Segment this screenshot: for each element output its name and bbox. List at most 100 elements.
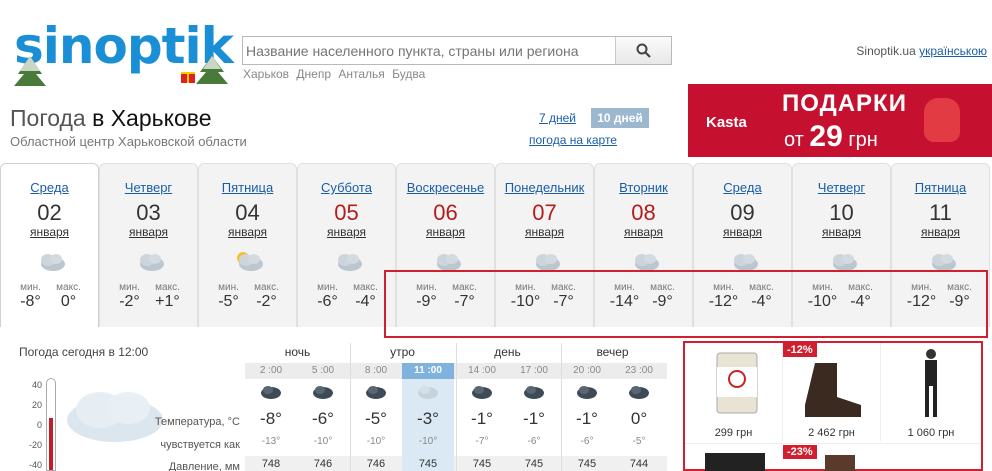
boot-icon: [805, 363, 861, 417]
hour-time: 17 :00: [520, 365, 548, 376]
row-label-pressure: Давление, мм: [168, 461, 240, 471]
max-label: макс.: [155, 282, 180, 293]
period-divider: [350, 343, 351, 471]
temp-max: +1°: [155, 293, 180, 310]
today-label: Погода сегодня в 12:00: [19, 345, 149, 359]
ad-sub-suffix: грн: [848, 129, 878, 151]
temp-max: 0°: [60, 293, 77, 310]
promo-product[interactable]: 299 грн: [685, 343, 783, 441]
day-name: Пятница: [221, 180, 274, 195]
promo-price: 1 060 грн: [907, 427, 955, 439]
partly-cloudy-icon: [237, 252, 263, 271]
day-month: января: [920, 225, 961, 239]
promo-product[interactable]: 1 060 грн: [881, 343, 981, 441]
thermometer-icon: [46, 378, 56, 471]
discount-badge: -23%: [783, 445, 817, 459]
day-tab[interactable]: Суббота 05 января мин. макс. -6° -4°: [297, 163, 396, 327]
day-date: 09: [730, 200, 755, 225]
search-input[interactable]: [243, 37, 615, 64]
hour-pressure: 745: [418, 458, 438, 470]
day-name: Четверг: [124, 180, 173, 195]
row-label-temp: Температура, °С: [154, 416, 240, 428]
day-name: Четверг: [817, 180, 866, 195]
temp-min: -5°: [218, 293, 239, 310]
temp-values: -2° +1°: [100, 293, 197, 311]
hour-feels-like: -6°: [527, 436, 541, 447]
hour-pressure: 745: [577, 458, 597, 470]
page-title: Погода в Харькове: [10, 105, 212, 132]
scale-tick: 0: [36, 420, 42, 430]
max-label: макс.: [353, 282, 378, 293]
gift-bag-icon: [924, 98, 960, 142]
day-tab[interactable]: Среда 02 января мин. макс. -8° 0°: [0, 163, 99, 327]
title-prefix: Погода: [10, 105, 86, 131]
quick-link[interactable]: Харьков: [243, 67, 289, 81]
day-date: 08: [631, 200, 656, 225]
hour-pressure: 746: [313, 458, 333, 470]
day-date: 03: [136, 200, 161, 225]
hour-feels-like: -13°: [261, 436, 281, 447]
hour-temp: -5°: [365, 409, 387, 428]
temp-labels: мин. макс.: [298, 282, 395, 293]
promo-block[interactable]: 299 грн -12% 2 462 грн 1 060 грн -23%: [683, 341, 983, 471]
tab-10-days[interactable]: 10 дней: [591, 108, 649, 128]
day-date: 02: [37, 200, 62, 225]
ad-banner[interactable]: Kasta ПОДАРКИ от 29 грн: [688, 84, 992, 157]
tab-7-days[interactable]: 7 дней: [539, 111, 576, 125]
hour-temp: -3°: [417, 409, 439, 428]
cloud-icon: [629, 386, 649, 399]
sinoptik-logo[interactable]: sinoptik: [10, 18, 235, 88]
temp-min: -2°: [119, 293, 140, 310]
search-button[interactable]: [615, 37, 671, 64]
day-month: января: [524, 225, 565, 239]
hour-temp: -1°: [523, 409, 545, 428]
promo-price: 2 462 грн: [808, 427, 855, 439]
day-month: января: [29, 225, 70, 239]
search-box: [242, 36, 672, 65]
hour-time: 23 :00: [625, 365, 653, 376]
day-month: января: [623, 225, 664, 239]
hour-temp: 0°: [630, 409, 648, 428]
quick-city-links: Харьков Днепр Анталья Будва: [243, 67, 429, 81]
hour-feels-like: -5°: [632, 436, 646, 447]
period-night: ночь: [284, 345, 311, 359]
divider: [685, 443, 981, 444]
day-name: Воскресенье: [406, 180, 485, 195]
ad-brand: Kasta: [706, 114, 747, 131]
title-city: в Харькове: [92, 105, 212, 131]
day-tab[interactable]: Четверг 03 января мин. макс. -2° +1°: [99, 163, 198, 327]
thermometer-scale: 40 20 0 -20 -40: [26, 375, 42, 471]
ad-title: ПОДАРКИ: [782, 90, 907, 117]
quick-link[interactable]: Анталья: [338, 67, 384, 81]
discount-badge: -12%: [783, 343, 817, 357]
temp-max: -2°: [256, 293, 277, 310]
day-date: 04: [235, 200, 260, 225]
hour-temp: -1°: [471, 409, 493, 428]
temp-values: -5° -2°: [199, 293, 296, 311]
temp-max: -4°: [355, 293, 376, 310]
period-evening: вечер: [596, 345, 629, 359]
hour-temp: -1°: [576, 409, 598, 428]
period-divider: [561, 343, 562, 471]
day-date: 07: [532, 200, 557, 225]
promo-product[interactable]: -12% 2 462 грн: [783, 343, 881, 441]
cloud-icon: [41, 254, 65, 271]
day-name: Среда: [30, 180, 69, 195]
quick-link[interactable]: Днепр: [296, 67, 331, 81]
period-divider: [456, 343, 457, 471]
cloud-icon: [261, 386, 281, 399]
lang-link[interactable]: українською: [919, 44, 987, 58]
max-label: макс.: [56, 282, 81, 293]
ad-subtitle: от 29 грн: [784, 120, 878, 154]
quick-link[interactable]: Будва: [392, 67, 425, 81]
day-date: 10: [829, 200, 854, 225]
map-link[interactable]: погода на карте: [529, 133, 617, 147]
cloud-icon: [577, 386, 597, 399]
city-subtitle: Областной центр Харьковской области: [10, 134, 247, 149]
site-name: Sinoptik.ua: [856, 44, 916, 58]
cloud-icon: [418, 386, 438, 399]
fir-tree-icon: [196, 56, 228, 84]
day-month: января: [722, 225, 763, 239]
day-tab[interactable]: Пятница 04 января мин. макс. -5° -2°: [198, 163, 297, 327]
temp-min: -6°: [317, 293, 338, 310]
